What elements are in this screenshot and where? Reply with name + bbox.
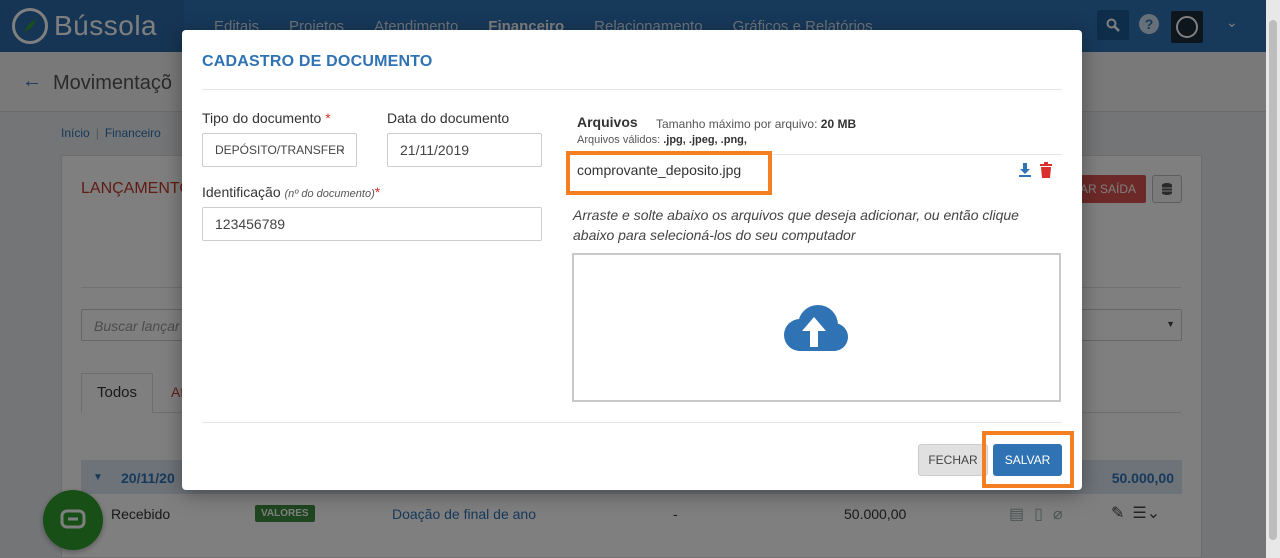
file-highlight [566,151,772,195]
identificacao-value: 123456789 [215,216,286,232]
tipo-value: DEPÓSITO/TRANSFER [215,143,345,157]
tipo-select[interactable]: DEPÓSITO/TRANSFER ⌄ [202,133,357,167]
identificacao-field[interactable]: 123456789 [202,207,542,241]
tipo-label: Tipo do documento * [202,110,331,126]
scrollbar[interactable] [1266,0,1280,558]
close-button[interactable]: FECHAR [918,444,988,476]
footer-divider [202,422,1062,423]
cloud-upload-icon [784,305,848,351]
trash-icon[interactable] [1040,162,1052,178]
files-max-size: Tamanho máximo por arquivo: 20 MB [656,117,857,131]
drop-instructions: Arraste e solte abaixo os arquivos que d… [573,207,1019,243]
files-valid-types: Arquivos válidos: .jpg, .jpeg, .png, [577,134,747,146]
scrollbar-thumb[interactable] [1269,20,1277,540]
modal-title: CADASTRO DE DOCUMENTO [202,53,433,70]
date-field[interactable]: 21/11/2019 [387,133,542,167]
date-value: 21/11/2019 [400,142,470,158]
data-label: Data do documento [387,110,510,126]
file-dropzone[interactable] [572,253,1061,402]
download-icon[interactable] [1018,162,1032,178]
modal-divider [202,89,1062,90]
files-label: Arquivos [577,114,638,130]
save-highlight [982,431,1074,488]
document-modal: CADASTRO DE DOCUMENTO Tipo do documento … [182,30,1082,490]
chevron-down-icon: ⌄ [337,144,346,155]
identificacao-label: Identificação (nº do documento)* [202,184,381,200]
